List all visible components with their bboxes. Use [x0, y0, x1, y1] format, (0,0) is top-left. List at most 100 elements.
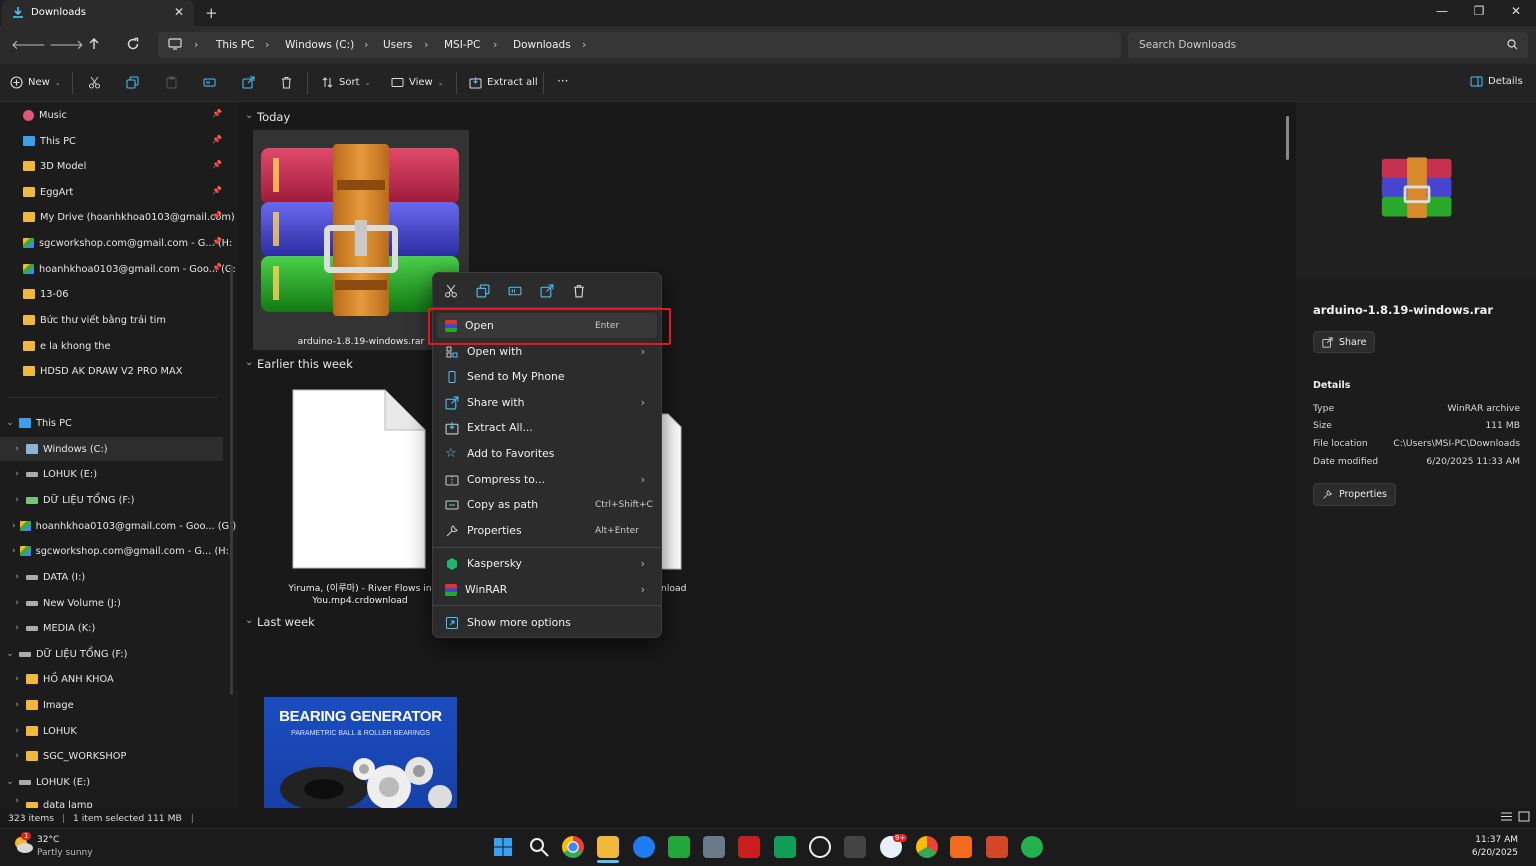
- nav-item-ho-anh-khoa[interactable]: › HỒ ANH KHOA: [0, 667, 230, 691]
- chevron-right-icon[interactable]: ›: [194, 38, 198, 51]
- nav-item-e-la-khong-the[interactable]: e la khong the: [0, 334, 230, 358]
- share-button[interactable]: [242, 76, 255, 89]
- chevron-down-icon[interactable]: ⌄: [245, 615, 253, 626]
- nav-item-hdsd[interactable]: HDSD AK DRAW V2 PRO MAX: [0, 359, 230, 383]
- chevron-down-icon[interactable]: ⌄: [5, 649, 15, 659]
- copy-button[interactable]: [126, 76, 139, 89]
- details-value-location[interactable]: C:\Users\MSI-PC\Downloads: [1393, 438, 1520, 449]
- start-button[interactable]: [492, 836, 514, 858]
- sheets-taskbar-icon[interactable]: [774, 836, 796, 858]
- app-taskbar-icon-dark[interactable]: [844, 836, 866, 858]
- chrome-taskbar-icon-2[interactable]: [916, 836, 938, 858]
- file-tile-partial[interactable]: [660, 412, 682, 572]
- chevron-right-icon[interactable]: ›: [12, 521, 16, 531]
- file-tile-bearing-generator[interactable]: BEARING GENERATOR PARAMETRIC BALL & ROLL…: [264, 697, 457, 808]
- ctx-item-send-to-my-phone[interactable]: Send to My Phone: [437, 364, 657, 389]
- nav-item-du-lieu-tong-f-expanded[interactable]: ⌄ DỮ LIỆU TỔNG (F:): [0, 642, 230, 666]
- chevron-right-icon[interactable]: ›: [364, 38, 368, 51]
- pin-icon[interactable]: 📌: [212, 186, 222, 195]
- minimize-button[interactable]: —: [1432, 4, 1452, 18]
- ctx-item-show-more-options[interactable]: Show more options: [437, 610, 657, 635]
- taskbar-search-button[interactable]: [528, 836, 550, 858]
- view-button[interactable]: View ⌄: [391, 76, 444, 89]
- nav-item-13-06[interactable]: 13-06: [0, 282, 230, 306]
- nav-item-this-pc-quick[interactable]: This PC 📌: [0, 129, 230, 153]
- chevron-down-icon[interactable]: ⌄: [5, 777, 15, 787]
- app-taskbar-icon-orange[interactable]: [950, 836, 972, 858]
- more-options-button[interactable]: ···: [557, 74, 568, 88]
- nav-item-sgcworkshop-h[interactable]: › sgcworkshop.com@gmail.com - G... (H:): [0, 539, 233, 563]
- chevron-right-icon[interactable]: ›: [12, 674, 22, 684]
- nav-item-media-k[interactable]: › MEDIA (K:): [0, 616, 230, 640]
- rename-button[interactable]: [203, 76, 216, 89]
- tab-downloads[interactable]: Downloads ✕: [2, 0, 194, 26]
- new-tab-button[interactable]: +: [205, 4, 218, 22]
- app-taskbar-icon-green[interactable]: [668, 836, 690, 858]
- powerpoint-taskbar-icon[interactable]: [986, 836, 1008, 858]
- nav-item-image[interactable]: › Image: [0, 693, 230, 717]
- new-button[interactable]: New ⌄: [10, 76, 61, 89]
- nav-item-windows-c[interactable]: › Windows (C:): [0, 437, 230, 461]
- chevron-right-icon[interactable]: ›: [265, 38, 269, 51]
- search-box[interactable]: Search Downloads: [1128, 32, 1528, 58]
- close-window-button[interactable]: ✕: [1506, 4, 1526, 18]
- breadcrumb-windows-c[interactable]: Windows (C:): [285, 39, 354, 51]
- ctx-item-extract-all[interactable]: Extract All...: [437, 415, 657, 440]
- ctx-item-copy-as-path[interactable]: Copy as path Ctrl+Shift+C: [437, 492, 657, 517]
- restore-button[interactable]: ❐: [1469, 4, 1489, 18]
- app-taskbar-icon-gray[interactable]: [703, 836, 725, 858]
- group-header-earlier-this-week[interactable]: Earlier this week: [257, 357, 353, 371]
- pin-icon[interactable]: 📌: [212, 237, 222, 246]
- details-properties-button[interactable]: Properties: [1313, 483, 1397, 506]
- back-button[interactable]: 🡐: [11, 37, 46, 53]
- content-scrollbar[interactable]: [1286, 116, 1289, 160]
- chrome-taskbar-icon[interactable]: [562, 836, 584, 858]
- nav-item-data-lamp[interactable]: › data lamp: [0, 796, 230, 808]
- nav-item-hoanhkhoa-g[interactable]: › hoanhkhoa0103@gmail.com - Goo... (G:): [0, 514, 236, 538]
- extract-all-button[interactable]: Extract all: [469, 76, 538, 89]
- chevron-right-icon[interactable]: ›: [12, 572, 22, 582]
- ctx-item-compress-to[interactable]: Compress to... ›: [437, 467, 657, 492]
- file-tile-yiruma[interactable]: [290, 388, 430, 572]
- clock-time[interactable]: 11:37 AM: [1460, 835, 1518, 845]
- breadcrumb-users[interactable]: Users: [383, 39, 412, 51]
- ctx-item-kaspersky[interactable]: Kaspersky ›: [437, 551, 657, 576]
- delete-button[interactable]: [280, 76, 293, 89]
- nav-item-sgc-workshop[interactable]: › SGC_WORKSHOP: [0, 744, 230, 768]
- nav-item-3d-model[interactable]: 3D Model 📌: [0, 154, 230, 178]
- nav-item-my-drive[interactable]: My Drive (hoanhkhoa0103@gmail.com) 📌: [0, 205, 235, 229]
- chevron-down-icon[interactable]: ⌄: [5, 418, 15, 428]
- app-taskbar-icon-green-2[interactable]: [1021, 836, 1043, 858]
- ctx-copy-button[interactable]: [476, 284, 490, 298]
- ctx-rename-button[interactable]: [508, 284, 522, 298]
- chevron-right-icon[interactable]: ›: [12, 726, 22, 736]
- chevron-down-icon[interactable]: ⌄: [245, 357, 253, 368]
- weather-widget[interactable]: 1: [12, 832, 34, 856]
- chevron-right-icon[interactable]: ›: [12, 751, 22, 761]
- app-taskbar-icon-red[interactable]: [738, 836, 760, 858]
- breadcrumb-this-pc[interactable]: This PC: [216, 39, 254, 51]
- nav-item-buc-thu[interactable]: Bức thư viết bằng trái tim: [0, 308, 230, 332]
- nav-item-lohuk-e-expanded[interactable]: ⌄ LOHUK (E:): [0, 770, 230, 794]
- group-header-last-week[interactable]: Last week: [257, 615, 315, 629]
- breadcrumb-msi-pc[interactable]: MSI-PC: [444, 39, 480, 51]
- ctx-item-share-with[interactable]: Share with ›: [437, 390, 657, 415]
- nav-item-lohuk-e[interactable]: › LOHUK (E:): [0, 462, 230, 486]
- pin-icon[interactable]: 📌: [212, 135, 222, 144]
- ctx-delete-button[interactable]: [572, 284, 586, 298]
- nav-item-du-lieu-tong-f[interactable]: › DỮ LIỆU TỔNG (F:): [0, 488, 230, 512]
- pin-icon[interactable]: 📌: [212, 263, 222, 272]
- chevron-right-icon[interactable]: ›: [12, 598, 22, 608]
- pin-icon[interactable]: 📌: [212, 211, 222, 220]
- clock-date[interactable]: 6/20/2025: [1460, 848, 1518, 858]
- chevron-right-icon[interactable]: ›: [12, 623, 22, 633]
- refresh-button[interactable]: [126, 37, 142, 53]
- chevron-right-icon[interactable]: ›: [12, 469, 22, 479]
- chevron-right-icon[interactable]: ›: [12, 700, 22, 710]
- nav-scrollbar[interactable]: [230, 265, 233, 695]
- chevron-right-icon[interactable]: ›: [582, 38, 586, 51]
- chevron-right-icon[interactable]: ›: [12, 796, 22, 806]
- cut-button[interactable]: [88, 76, 101, 89]
- chevron-right-icon[interactable]: ›: [424, 38, 428, 51]
- nav-item-hoanhkhoa-quick[interactable]: hoanhkhoa0103@gmail.com - Goo... (G: 📌: [0, 257, 236, 281]
